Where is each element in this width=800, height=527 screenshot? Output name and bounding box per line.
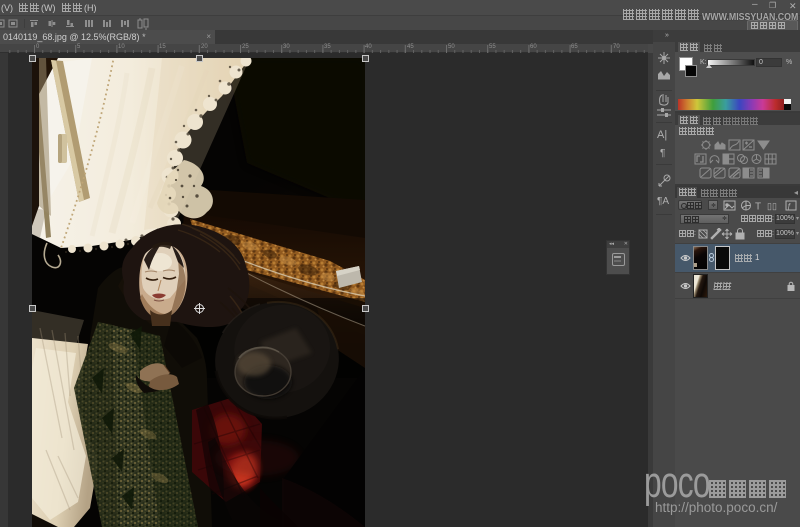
svg-text:¶A: ¶A (657, 196, 669, 207)
svg-text:¶: ¶ (660, 148, 665, 159)
svg-text:A|: A| (657, 129, 667, 141)
svg-text:T: T (755, 202, 761, 213)
svg-text:ƒ: ƒ (787, 202, 791, 211)
svg-text:▯▯: ▯▯ (767, 201, 777, 211)
